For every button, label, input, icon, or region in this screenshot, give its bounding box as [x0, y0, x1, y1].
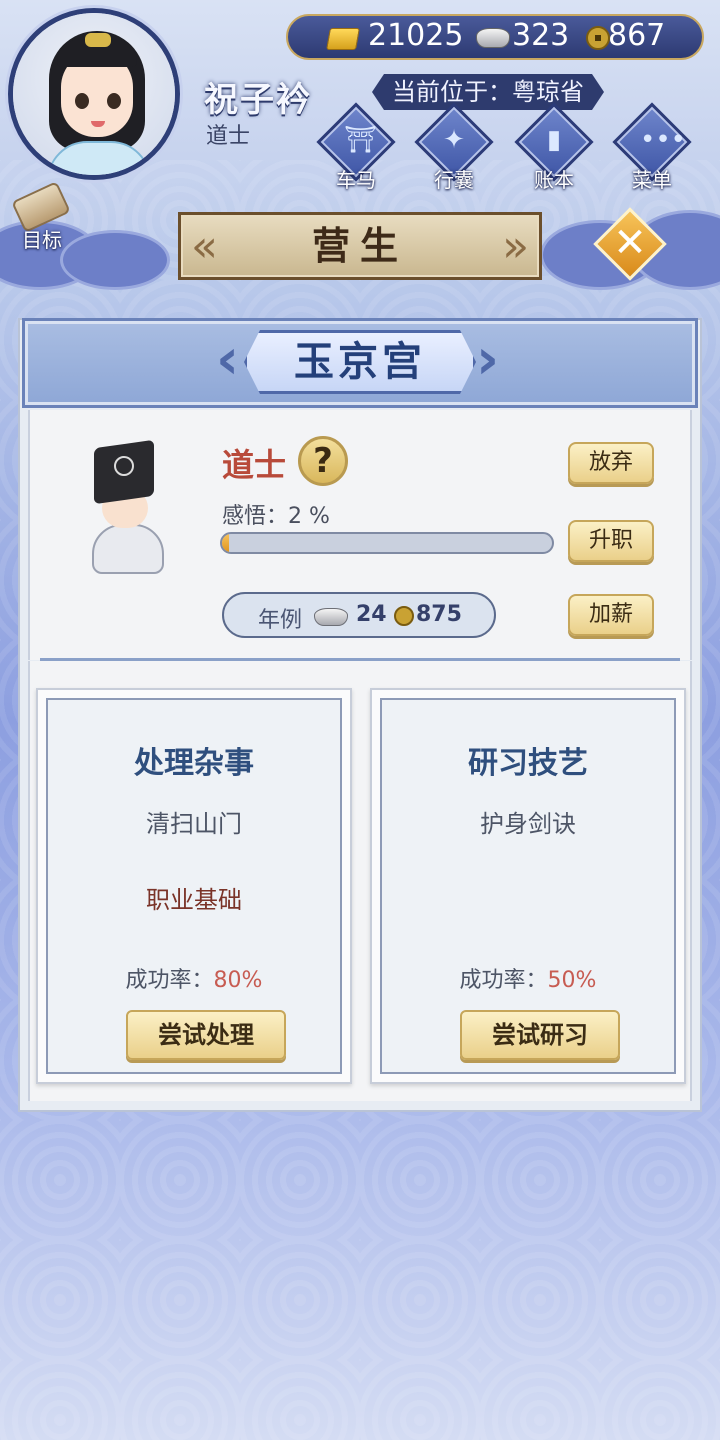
- currency-bar: 21025 323 867: [286, 14, 704, 60]
- insight-value: 2 %: [288, 504, 330, 529]
- workplace-name: 玉京宫: [294, 339, 426, 385]
- copper-coin-icon: [394, 606, 414, 626]
- avatar[interactable]: [8, 8, 180, 180]
- card-title: 研习技艺: [468, 746, 588, 781]
- panel-bottom-edge: [18, 1100, 702, 1112]
- location-label: 当前位于：粤琼省: [372, 74, 604, 110]
- section-title-plate: « » 营生: [178, 212, 542, 280]
- gold-amount: 21025: [368, 18, 464, 53]
- header-left-chevron-icon: ‹: [216, 327, 240, 392]
- book-icon: ▮: [546, 125, 562, 155]
- nav-menu-label: 菜单: [632, 168, 672, 192]
- player-title: 道士: [206, 124, 251, 149]
- copper-coin-icon: [586, 26, 610, 50]
- goal-button[interactable]: 目标: [10, 181, 74, 252]
- insight-progress-bar: [220, 532, 554, 554]
- gold-ingot-icon: [326, 28, 360, 50]
- success-rate: 成功率：50%: [382, 962, 674, 994]
- section-title: 营生: [311, 224, 408, 268]
- success-rate-label: 成功率：: [459, 968, 548, 993]
- salary-silver-amount: 24: [356, 602, 387, 627]
- question-icon[interactable]: ?: [298, 436, 348, 486]
- raise-button[interactable]: 加薪: [568, 594, 654, 636]
- action-card-chores: 处理杂事 清扫山门 职业基础 成功率：80% 尝试处理: [36, 688, 352, 1084]
- nav-carriage-button[interactable]: ⛩ 车马: [316, 102, 396, 192]
- salary-pill: 年例 24 875: [222, 592, 496, 638]
- nav-menu-button[interactable]: ••• 菜单: [612, 102, 692, 192]
- silver-ingot-icon: [476, 28, 510, 48]
- carriage-icon: ⛩: [344, 125, 378, 155]
- player-name: 祝子衿: [204, 80, 312, 120]
- nav-luggage-button[interactable]: ✦ 行囊: [414, 102, 494, 192]
- priest-character-image: [84, 439, 176, 576]
- nav-ledger-button[interactable]: ▮ 账本: [514, 102, 594, 192]
- goal-label: 目标: [22, 228, 62, 252]
- success-rate-label: 成功率：: [125, 968, 214, 993]
- bundle-icon: ✦: [443, 125, 465, 155]
- action-card-study: 研习技艺 护身剑诀 成功率：50% 尝试研习: [370, 688, 686, 1084]
- insight-progress-fill: [222, 534, 229, 552]
- success-rate-value: 80%: [213, 968, 263, 993]
- try-handle-button[interactable]: 尝试处理: [126, 1010, 286, 1060]
- salary-label: 年例: [258, 608, 303, 633]
- success-rate: 成功率：80%: [48, 962, 340, 994]
- salary-coin-amount: 875: [416, 602, 462, 627]
- insight-label: 感悟：2 %: [222, 498, 330, 530]
- card-tag: 职业基础: [146, 886, 242, 914]
- silver-ingot-icon: [314, 608, 348, 626]
- close-icon[interactable]: ✕: [604, 218, 656, 270]
- header-right-chevron-icon: ›: [476, 327, 500, 392]
- more-icon: •••: [640, 125, 687, 155]
- try-study-button[interactable]: 尝试研习: [460, 1010, 620, 1060]
- silver-amount: 323: [512, 18, 570, 53]
- coin-amount: 867: [608, 18, 666, 53]
- promote-button[interactable]: 升职: [568, 520, 654, 562]
- nav-luggage-label: 行囊: [434, 168, 474, 192]
- nav-ledger-label: 账本: [534, 168, 574, 192]
- insight-label-text: 感悟：: [222, 504, 289, 529]
- card-subtitle: 清扫山门: [146, 810, 242, 838]
- nav-carriage-label: 车马: [336, 168, 376, 192]
- card-subtitle: 护身剑诀: [480, 810, 576, 838]
- quit-button[interactable]: 放弃: [568, 442, 654, 484]
- card-title: 处理杂事: [134, 746, 254, 781]
- job-name: 道士: [222, 446, 287, 484]
- success-rate-value: 50%: [547, 968, 597, 993]
